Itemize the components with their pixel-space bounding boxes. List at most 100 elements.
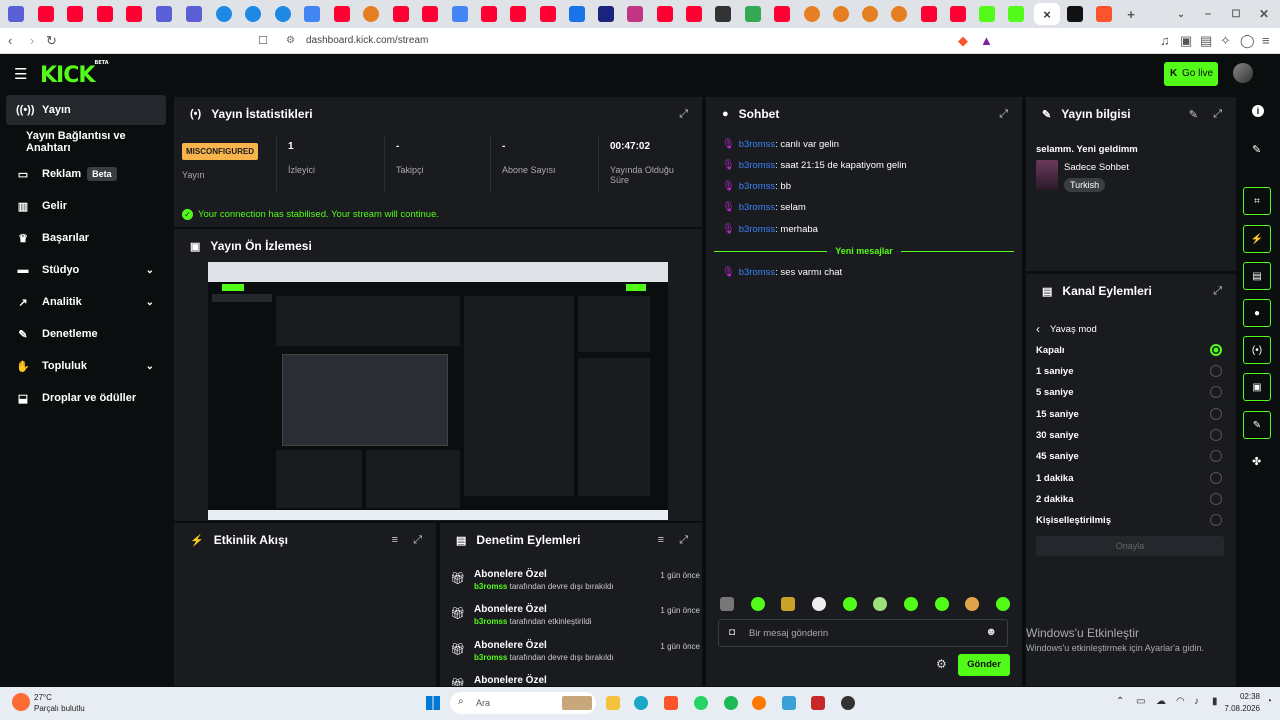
tab-favicon[interactable] [833, 6, 849, 22]
chat-username[interactable]: b3romss [739, 181, 775, 192]
tab-favicon[interactable] [627, 6, 643, 22]
tab-favicon[interactable] [569, 6, 585, 22]
sidebar-item-analitik[interactable]: ↗ Analitik ⌄ [6, 287, 166, 317]
tab-favicon[interactable] [686, 6, 702, 22]
rail-button-obs[interactable]: ⌗ [1243, 187, 1271, 215]
expand-icon[interactable]: ⤢ [1213, 285, 1222, 298]
sidebar-icon[interactable]: ▣ [1180, 33, 1192, 49]
chevron-down-icon[interactable]: ⌄ [1173, 6, 1189, 22]
taskbar-search[interactable]: ⌕ Ara [450, 692, 596, 714]
tab-favicon[interactable] [804, 6, 820, 22]
edit-icon[interactable]: ✎ [1189, 108, 1198, 121]
slow-mode-option[interactable]: 15 saniye [1036, 408, 1222, 420]
chat-username[interactable]: b3romss [739, 224, 775, 235]
tab-favicon[interactable] [97, 6, 113, 22]
moderation-user[interactable]: b3romss [474, 617, 507, 626]
go-live-button[interactable]: K Go live [1164, 62, 1218, 86]
tab-favicon[interactable] [452, 6, 468, 22]
info-icon[interactable]: i [1252, 105, 1264, 117]
tab-favicon[interactable] [979, 6, 995, 22]
file-explorer-icon[interactable] [606, 696, 620, 710]
weather-icon[interactable] [12, 693, 30, 711]
slow-mode-option[interactable]: Kapalı [1036, 344, 1222, 356]
tab-favicon[interactable] [1067, 6, 1083, 22]
chat-username[interactable]: b3romss [739, 139, 775, 150]
radio-selected[interactable] [1210, 344, 1222, 356]
sidebar-item-studyo[interactable]: ▬ Stüdyo ⌄ [6, 255, 166, 285]
tab-favicon[interactable] [510, 6, 526, 22]
stream-preview-video[interactable] [208, 262, 668, 520]
tab-favicon[interactable] [862, 6, 878, 22]
radio[interactable] [1210, 472, 1222, 484]
sidebar-item-topluluk[interactable]: ✋ Topluluk ⌄ [6, 351, 166, 381]
hamburger-menu-icon[interactable]: ☰ [14, 65, 27, 83]
rail-button-document[interactable]: ▤ [1243, 262, 1271, 290]
tab-favicon[interactable] [126, 6, 142, 22]
slow-mode-option[interactable]: 1 dakika [1036, 472, 1222, 484]
emote-icon[interactable] [873, 597, 888, 611]
close-window-icon[interactable]: ✕ [1256, 6, 1272, 22]
clock-time[interactable]: 02:38 [1222, 692, 1260, 701]
tab-favicon[interactable] [363, 6, 379, 22]
expand-icon[interactable]: ⤢ [679, 108, 688, 121]
tab-favicon[interactable] [921, 6, 937, 22]
filter-icon[interactable]: ≡ [658, 534, 664, 546]
slow-mode-option[interactable]: 30 saniye [1036, 429, 1222, 441]
tray-chevron-icon[interactable]: ⌃ [1116, 696, 1124, 707]
site-info-icon[interactable]: ⚙ [286, 31, 295, 51]
sidebar-item-basarilar[interactable]: ♛ Başarılar [6, 223, 166, 253]
media-icon[interactable]: ♫ [1160, 33, 1170, 49]
back-link[interactable]: ‹ Yavaş mod [1036, 322, 1097, 336]
send-button[interactable]: Gönder [958, 654, 1010, 676]
rail-button-preview[interactable]: ▣ [1243, 373, 1271, 401]
tab-favicon[interactable] [481, 6, 497, 22]
rail-button-chat[interactable]: ● [1243, 299, 1271, 327]
emote-icon[interactable] [934, 597, 949, 611]
wifi-icon[interactable]: ◠ [1176, 696, 1185, 707]
radio[interactable] [1210, 386, 1222, 398]
filter-icon[interactable]: ≡ [392, 534, 398, 546]
expand-icon[interactable]: ⤢ [1213, 108, 1222, 121]
tab-favicon[interactable] [540, 6, 556, 22]
new-tab-button[interactable]: + [1123, 6, 1139, 22]
tab-favicon[interactable] [1008, 6, 1024, 22]
moderation-user[interactable]: b3romss [474, 582, 507, 591]
tab-favicon[interactable] [891, 6, 907, 22]
bookmark-icon[interactable]: ☐ [258, 33, 268, 49]
sidebar-item-reklam[interactable]: ▭ Reklam Beta [6, 159, 166, 189]
whatsapp-icon[interactable] [694, 696, 708, 710]
tab-favicon[interactable] [1096, 6, 1112, 22]
url-input[interactable]: ⚙ dashboard.kick.com/stream [272, 31, 998, 51]
emote-icon[interactable] [903, 597, 918, 611]
category-name[interactable]: Sadece Sohbet [1064, 162, 1129, 173]
moderation-user[interactable]: b3romss [474, 653, 507, 662]
obs-taskbar-icon[interactable] [841, 696, 855, 710]
rail-button-wrench[interactable]: ✎ [1243, 411, 1271, 439]
reload-icon[interactable]: ↻ [46, 33, 57, 49]
windows-start-icon[interactable] [426, 696, 440, 710]
slow-mode-option[interactable]: 45 saniye [1036, 450, 1222, 462]
emote-icon[interactable] [720, 597, 734, 611]
minimize-icon[interactable]: – [1200, 6, 1216, 22]
tray-icon[interactable]: ▭ [1136, 696, 1145, 707]
tab-favicon[interactable] [950, 6, 966, 22]
tab-favicon[interactable] [275, 6, 291, 22]
confirm-button[interactable]: Onayla [1036, 536, 1224, 556]
sidebar-item-droplar[interactable]: ⬓ Droplar ve ödüller [6, 383, 166, 413]
clock-date[interactable]: 7.08.2026 [1222, 704, 1260, 713]
radio[interactable] [1210, 514, 1222, 526]
radio[interactable] [1210, 493, 1222, 505]
apps-icon[interactable]: ✤ [1252, 455, 1261, 468]
tray-icon[interactable]: ☁ [1156, 696, 1166, 707]
menu-icon[interactable]: ≡ [1262, 33, 1270, 49]
app-icon[interactable] [782, 696, 796, 710]
wallet-icon[interactable]: ▤ [1200, 33, 1212, 49]
tab-favicon[interactable] [38, 6, 54, 22]
tab-favicon[interactable] [304, 6, 320, 22]
chat-username[interactable]: b3romss [739, 267, 775, 278]
pencil-icon[interactable]: ✎ [1252, 143, 1261, 156]
chat-username[interactable]: b3romss [739, 202, 775, 213]
emote-icon[interactable] [965, 597, 980, 611]
emote-icon[interactable] [781, 597, 796, 611]
sidebar-item-gelir[interactable]: ▥ Gelir [6, 191, 166, 221]
